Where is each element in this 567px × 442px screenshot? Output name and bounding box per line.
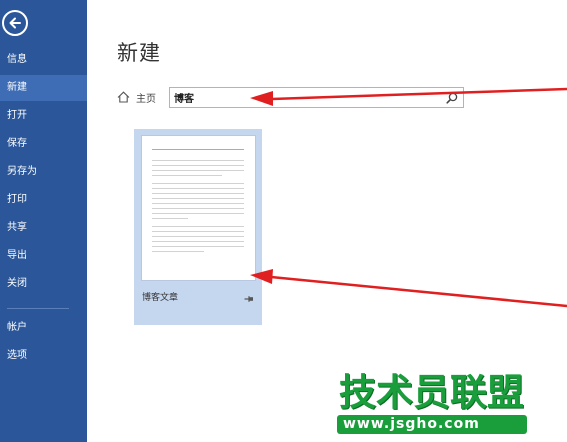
sidebar-divider — [7, 308, 69, 309]
thumbnail-text-line — [152, 183, 244, 184]
sidebar-item-info[interactable]: 信息 — [0, 47, 87, 73]
watermark-title: 技术员联盟 — [339, 371, 524, 414]
template-name-label: 博客文章 — [142, 293, 179, 303]
thumbnail-text-line — [152, 193, 244, 194]
thumbnail-title-line — [152, 149, 244, 150]
back-arrow-icon — [9, 17, 21, 29]
thumbnail-text-line — [152, 226, 244, 227]
template-thumbnail — [141, 135, 256, 281]
thumbnail-text-line — [152, 213, 244, 214]
thumbnail-text-line — [152, 231, 244, 232]
sidebar-item-export[interactable]: 导出 — [0, 243, 87, 269]
sidebar-item-open[interactable]: 打开 — [0, 103, 87, 129]
thumbnail-text-line — [152, 175, 222, 176]
template-search-input[interactable] — [174, 90, 434, 105]
thumbnail-text-line — [152, 170, 244, 171]
search-icon[interactable] — [446, 92, 458, 104]
template-search-box — [169, 87, 464, 108]
backstage-sidebar: 信息 新建 打开 保存 另存为 打印 共享 导出 关闭 帐户 选项 — [0, 0, 87, 442]
watermark-url: www.jsgho.com — [343, 416, 480, 432]
thumbnail-text-line — [152, 208, 244, 209]
thumbnail-text-line — [152, 251, 204, 252]
annotation-arrow-template — [250, 269, 567, 308]
template-card-blog-post[interactable]: 博客文章 — [134, 129, 262, 325]
thumbnail-text-line — [152, 236, 244, 237]
thumbnail-text-line — [152, 188, 244, 189]
home-icon[interactable] — [117, 91, 130, 103]
pin-icon[interactable] — [244, 295, 254, 303]
sidebar-item-account[interactable]: 帐户 — [0, 315, 87, 341]
thumbnail-text-line — [152, 218, 188, 219]
page-title: 新建 — [117, 41, 161, 65]
watermark-url-bar: www.jsgho.com — [337, 415, 527, 434]
thumbnail-text-line — [152, 160, 244, 161]
sidebar-item-close[interactable]: 关闭 — [0, 271, 87, 297]
back-button[interactable] — [2, 10, 28, 36]
site-watermark: 技术员联盟 www.jsgho.com — [337, 372, 557, 436]
thumbnail-text-line — [152, 203, 244, 204]
sidebar-item-share[interactable]: 共享 — [0, 215, 87, 241]
sidebar-item-new[interactable]: 新建 — [0, 75, 87, 101]
sidebar-item-save-as[interactable]: 另存为 — [0, 159, 87, 185]
thumbnail-text-line — [152, 246, 244, 247]
sidebar-item-print[interactable]: 打印 — [0, 187, 87, 213]
thumbnail-text-line — [152, 241, 244, 242]
breadcrumb-home-link[interactable]: 主页 — [136, 90, 156, 105]
sidebar-item-save[interactable]: 保存 — [0, 131, 87, 157]
sidebar-item-options[interactable]: 选项 — [0, 343, 87, 369]
thumbnail-text-line — [152, 198, 244, 199]
thumbnail-text-line — [152, 165, 244, 166]
